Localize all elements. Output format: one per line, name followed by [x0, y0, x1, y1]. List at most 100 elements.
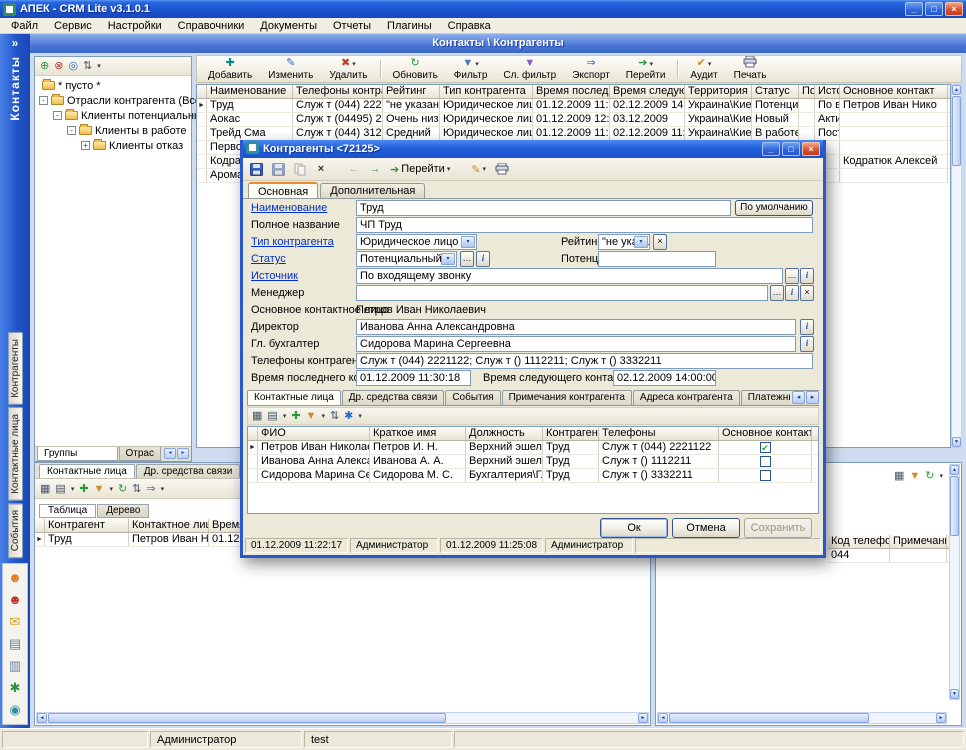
- chevron-down-icon[interactable]: ▾: [461, 236, 475, 248]
- grid-cell[interactable]: Служ т (044) 2221122: [599, 441, 719, 454]
- refresh-button[interactable]: ↻ Обновить: [385, 57, 446, 81]
- grid-cell[interactable]: В работе: [752, 127, 799, 140]
- maximize-button[interactable]: □: [925, 2, 943, 16]
- subtab-notes[interactable]: Примечания контрагента: [502, 390, 632, 405]
- collapse-sidebar-button[interactable]: »: [12, 36, 19, 50]
- potential-input[interactable]: [598, 251, 716, 267]
- grid-cell[interactable]: Петров Иван Николаевич: [258, 441, 370, 454]
- print-button[interactable]: Печать: [726, 57, 775, 81]
- delete-button[interactable]: ✖▾ Удалить: [321, 57, 375, 81]
- tab-scroll-left-icon[interactable]: ◂: [164, 448, 176, 459]
- grid-cell[interactable]: Потенциал: [752, 99, 799, 112]
- window-titlebar[interactable]: АПЕК - CRM Lite v3.1.0.1 _ □ ×: [0, 0, 966, 18]
- view-menu-icon[interactable]: ▾: [71, 484, 75, 495]
- column-header[interactable]: Территория: [685, 85, 752, 98]
- search-icon[interactable]: ◎: [68, 61, 78, 72]
- grid-cell[interactable]: [840, 141, 948, 154]
- tab-main[interactable]: Основная: [248, 182, 318, 198]
- subtab-scroll-right-icon[interactable]: ▸: [806, 391, 819, 404]
- grid-cell[interactable]: Труд: [45, 533, 129, 546]
- document-icon[interactable]: ▤: [9, 637, 21, 651]
- delete-group-icon[interactable]: ⊗: [54, 61, 63, 72]
- grid-cell[interactable]: [840, 169, 948, 182]
- export-icon[interactable]: ⇒: [146, 484, 155, 495]
- copy-button[interactable]: [291, 160, 309, 178]
- grid-cell[interactable]: Сидорова Марина Сергеевна: [258, 469, 370, 482]
- save-button[interactable]: Сохранить: [744, 518, 812, 538]
- scroll-right-icon[interactable]: ►: [936, 713, 946, 723]
- column-header[interactable]: Контрагент: [45, 519, 129, 532]
- column-header[interactable]: Рейтинг: [383, 85, 440, 98]
- chevron-down-icon[interactable]: ▾: [447, 165, 451, 173]
- subtab-other-comm[interactable]: Др. средства связи: [342, 390, 445, 405]
- grid-row[interactable]: ►ТрудСлуж т (044) 22211"не указано"Юриди…: [197, 99, 950, 113]
- globe-icon[interactable]: ◉: [9, 703, 20, 717]
- menu-reports[interactable]: Отчеты: [325, 19, 379, 33]
- status-field-label[interactable]: Статус: [251, 253, 286, 265]
- filter-icon[interactable]: ▼: [94, 484, 105, 495]
- tree-item-empty[interactable]: * пусто *: [35, 78, 191, 93]
- subtab-addresses[interactable]: Адреса контрагента: [633, 390, 740, 405]
- back-icon[interactable]: ←: [345, 160, 363, 178]
- grid-cell[interactable]: Юридическое лицо: [440, 99, 533, 112]
- settings-icon[interactable]: ✱: [344, 411, 353, 422]
- source-info-button[interactable]: i: [800, 268, 814, 284]
- dialog-close-button[interactable]: ×: [802, 142, 820, 156]
- grid-row[interactable]: Сидорова Марина СергеевнаСидорова М. С.Б…: [248, 469, 818, 483]
- documents-icon[interactable]: ▥: [9, 659, 21, 673]
- director-input[interactable]: Иванова Анна Александровна: [356, 319, 796, 335]
- grid-row[interactable]: АокасСлуж т (04495) 232Очень низкийЮриди…: [197, 113, 950, 127]
- grid-view-icon[interactable]: ▦: [40, 484, 50, 495]
- cancel-button[interactable]: Отмена: [672, 518, 740, 538]
- scroll-up-icon[interactable]: ▲: [952, 85, 961, 95]
- grid-cell[interactable]: 01.12.2009 12:13:5: [533, 113, 610, 126]
- column-header[interactable]: Контактное лицо: [129, 519, 209, 532]
- grid-cell[interactable]: Юридическое лицо: [440, 127, 533, 140]
- grid-cell[interactable]: Служ т (04495) 232: [293, 113, 383, 126]
- checkbox[interactable]: ✔: [760, 442, 771, 453]
- grid-cell[interactable]: Иванова А. А.: [370, 455, 466, 468]
- tree-item-industries[interactable]: - Отрасли контрагента (Все): [35, 93, 191, 108]
- column-header[interactable]: Тип контрагента: [440, 85, 533, 98]
- add-group-icon[interactable]: ⊕: [40, 61, 49, 72]
- grid-cell[interactable]: Петров И. Н.: [370, 441, 466, 454]
- filter-icon[interactable]: ▼: [909, 471, 920, 482]
- grid-cell[interactable]: Юридическое лицо: [440, 113, 533, 126]
- grid-cell[interactable]: Труд: [207, 99, 293, 112]
- column-header[interactable]: По: [799, 85, 815, 98]
- grid-row[interactable]: ►Петров Иван НиколаевичПетров И. Н.Верхн…: [248, 441, 818, 455]
- rating-select[interactable]: "не указано" ▾: [598, 234, 650, 250]
- column-header[interactable]: Время последнег: [533, 85, 610, 98]
- dialog-maximize-button[interactable]: □: [782, 142, 800, 156]
- manager-input[interactable]: [356, 285, 768, 301]
- accountant-info-button[interactable]: i: [800, 336, 814, 352]
- column-header[interactable]: Статус: [752, 85, 799, 98]
- main-grid-vertical-scrollbar[interactable]: ▲ ▼: [951, 84, 962, 448]
- column-header[interactable]: Источ: [815, 85, 840, 98]
- column-header[interactable]: Краткое имя: [370, 427, 466, 440]
- grid-row[interactable]: 044: [828, 549, 950, 563]
- status-info-button[interactable]: i: [476, 251, 490, 267]
- grid-view-icon[interactable]: ▦: [252, 411, 262, 422]
- card-view-icon[interactable]: ▤: [55, 484, 65, 495]
- scroll-right-icon[interactable]: ►: [638, 713, 648, 723]
- column-header[interactable]: Телефоны контраг: [293, 85, 383, 98]
- phones-input[interactable]: Служ т (044) 2221122; Служ т () 1112211;…: [356, 353, 813, 369]
- grid-cell[interactable]: 03.12.2009: [610, 113, 685, 126]
- dialog-minimize-button[interactable]: _: [762, 142, 780, 156]
- tree-item-potential-clients[interactable]: - Клиенты потенциальные: [35, 108, 191, 123]
- grid-cell[interactable]: Труд: [543, 455, 599, 468]
- full-name-input[interactable]: ЧП Труд: [356, 217, 813, 233]
- manager-clear-button[interactable]: ×: [800, 285, 814, 301]
- chevron-down-icon[interactable]: ▾: [649, 60, 653, 68]
- filter-button[interactable]: ▼▾ Фильтр: [446, 57, 496, 81]
- chevron-down-icon[interactable]: ▾: [708, 60, 712, 68]
- audit-button[interactable]: ✎▾: [468, 160, 489, 178]
- source-field-label[interactable]: Источник: [251, 270, 298, 282]
- grid-row[interactable]: Иванова Анна АлександровнаИванова А. А.В…: [248, 455, 818, 469]
- grid-cell[interactable]: Труд: [543, 469, 599, 482]
- vertical-scrollbar[interactable]: ▲ ▼: [949, 464, 960, 700]
- tools-icon[interactable]: ✱: [10, 681, 21, 695]
- vtab-sobytiya[interactable]: События: [8, 503, 23, 558]
- grid-cell[interactable]: Служ т () 1112211: [599, 455, 719, 468]
